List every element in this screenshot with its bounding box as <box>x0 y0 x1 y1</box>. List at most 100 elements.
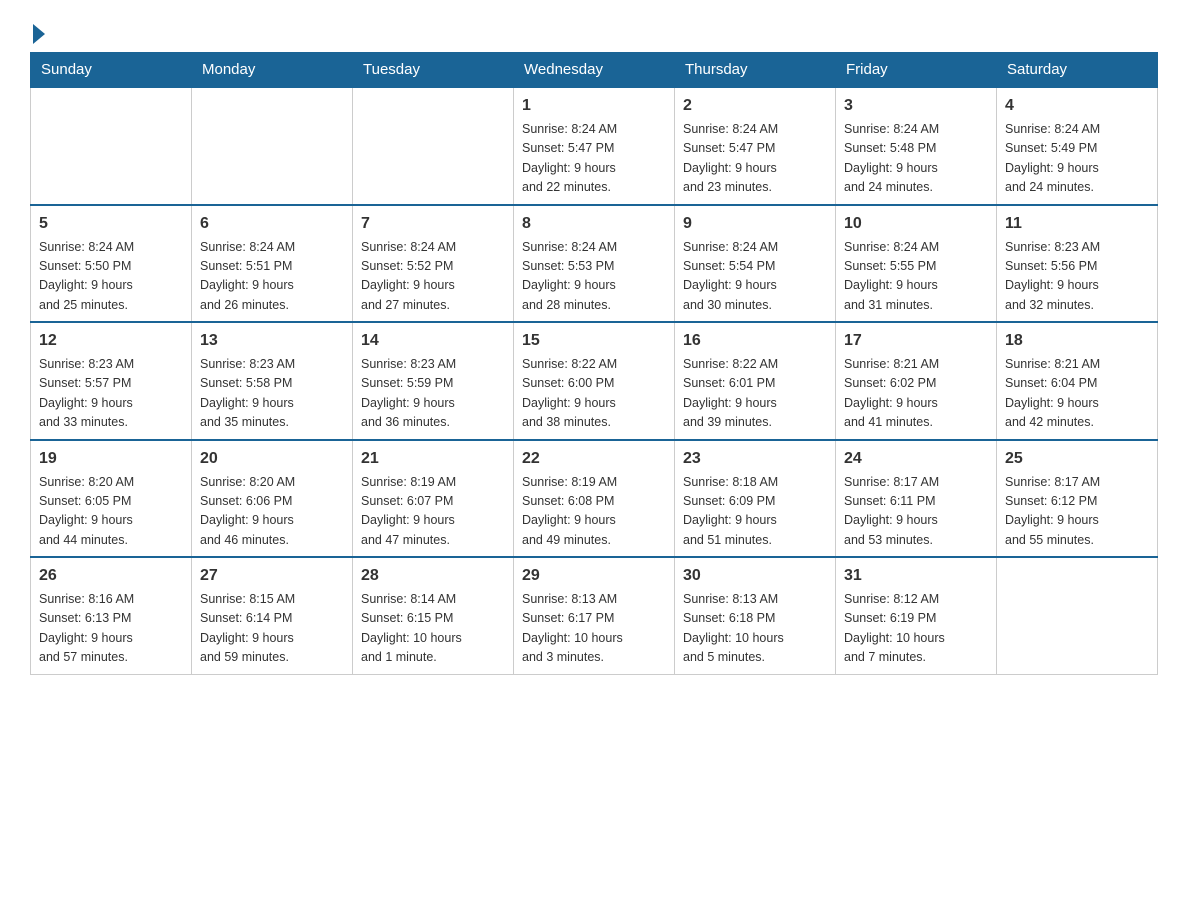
day-info: Sunrise: 8:23 AMSunset: 5:57 PMDaylight:… <box>39 355 183 433</box>
day-info: Sunrise: 8:21 AMSunset: 6:04 PMDaylight:… <box>1005 355 1149 433</box>
day-info: Sunrise: 8:24 AMSunset: 5:49 PMDaylight:… <box>1005 120 1149 198</box>
calendar-cell <box>353 87 514 205</box>
week-row-4: 19Sunrise: 8:20 AMSunset: 6:05 PMDayligh… <box>31 440 1158 558</box>
day-info: Sunrise: 8:24 AMSunset: 5:53 PMDaylight:… <box>522 238 666 316</box>
day-number: 11 <box>1005 212 1149 236</box>
calendar-cell: 4Sunrise: 8:24 AMSunset: 5:49 PMDaylight… <box>997 87 1158 205</box>
day-number: 13 <box>200 329 344 353</box>
day-number: 1 <box>522 94 666 118</box>
calendar-cell: 24Sunrise: 8:17 AMSunset: 6:11 PMDayligh… <box>836 440 997 558</box>
day-info: Sunrise: 8:19 AMSunset: 6:08 PMDaylight:… <box>522 473 666 551</box>
day-number: 19 <box>39 447 183 471</box>
weekday-header-friday: Friday <box>836 53 997 88</box>
day-number: 5 <box>39 212 183 236</box>
calendar-cell: 5Sunrise: 8:24 AMSunset: 5:50 PMDaylight… <box>31 205 192 323</box>
calendar-cell: 18Sunrise: 8:21 AMSunset: 6:04 PMDayligh… <box>997 322 1158 440</box>
day-number: 2 <box>683 94 827 118</box>
day-number: 6 <box>200 212 344 236</box>
calendar-cell: 31Sunrise: 8:12 AMSunset: 6:19 PMDayligh… <box>836 557 997 674</box>
calendar-cell: 25Sunrise: 8:17 AMSunset: 6:12 PMDayligh… <box>997 440 1158 558</box>
day-info: Sunrise: 8:22 AMSunset: 6:00 PMDaylight:… <box>522 355 666 433</box>
day-info: Sunrise: 8:24 AMSunset: 5:54 PMDaylight:… <box>683 238 827 316</box>
day-info: Sunrise: 8:21 AMSunset: 6:02 PMDaylight:… <box>844 355 988 433</box>
day-info: Sunrise: 8:14 AMSunset: 6:15 PMDaylight:… <box>361 590 505 668</box>
week-row-5: 26Sunrise: 8:16 AMSunset: 6:13 PMDayligh… <box>31 557 1158 674</box>
day-number: 23 <box>683 447 827 471</box>
day-number: 24 <box>844 447 988 471</box>
calendar-cell: 15Sunrise: 8:22 AMSunset: 6:00 PMDayligh… <box>514 322 675 440</box>
day-number: 16 <box>683 329 827 353</box>
day-info: Sunrise: 8:22 AMSunset: 6:01 PMDaylight:… <box>683 355 827 433</box>
week-row-1: 1Sunrise: 8:24 AMSunset: 5:47 PMDaylight… <box>31 87 1158 205</box>
weekday-header-wednesday: Wednesday <box>514 53 675 88</box>
day-number: 29 <box>522 564 666 588</box>
calendar-cell: 28Sunrise: 8:14 AMSunset: 6:15 PMDayligh… <box>353 557 514 674</box>
week-row-2: 5Sunrise: 8:24 AMSunset: 5:50 PMDaylight… <box>31 205 1158 323</box>
calendar-cell: 30Sunrise: 8:13 AMSunset: 6:18 PMDayligh… <box>675 557 836 674</box>
day-number: 25 <box>1005 447 1149 471</box>
calendar-cell: 6Sunrise: 8:24 AMSunset: 5:51 PMDaylight… <box>192 205 353 323</box>
day-number: 31 <box>844 564 988 588</box>
day-number: 7 <box>361 212 505 236</box>
calendar-cell: 29Sunrise: 8:13 AMSunset: 6:17 PMDayligh… <box>514 557 675 674</box>
day-number: 28 <box>361 564 505 588</box>
day-info: Sunrise: 8:18 AMSunset: 6:09 PMDaylight:… <box>683 473 827 551</box>
day-number: 26 <box>39 564 183 588</box>
day-info: Sunrise: 8:23 AMSunset: 5:59 PMDaylight:… <box>361 355 505 433</box>
weekday-header-sunday: Sunday <box>31 53 192 88</box>
day-info: Sunrise: 8:15 AMSunset: 6:14 PMDaylight:… <box>200 590 344 668</box>
calendar-cell: 11Sunrise: 8:23 AMSunset: 5:56 PMDayligh… <box>997 205 1158 323</box>
logo <box>30 20 45 42</box>
page-header <box>30 20 1158 42</box>
day-number: 30 <box>683 564 827 588</box>
day-info: Sunrise: 8:24 AMSunset: 5:48 PMDaylight:… <box>844 120 988 198</box>
calendar-cell: 14Sunrise: 8:23 AMSunset: 5:59 PMDayligh… <box>353 322 514 440</box>
day-number: 3 <box>844 94 988 118</box>
day-number: 4 <box>1005 94 1149 118</box>
day-info: Sunrise: 8:23 AMSunset: 5:58 PMDaylight:… <box>200 355 344 433</box>
day-info: Sunrise: 8:24 AMSunset: 5:55 PMDaylight:… <box>844 238 988 316</box>
calendar-cell: 2Sunrise: 8:24 AMSunset: 5:47 PMDaylight… <box>675 87 836 205</box>
day-info: Sunrise: 8:13 AMSunset: 6:17 PMDaylight:… <box>522 590 666 668</box>
calendar-cell <box>192 87 353 205</box>
day-number: 22 <box>522 447 666 471</box>
day-number: 18 <box>1005 329 1149 353</box>
calendar-cell: 26Sunrise: 8:16 AMSunset: 6:13 PMDayligh… <box>31 557 192 674</box>
calendar-cell: 27Sunrise: 8:15 AMSunset: 6:14 PMDayligh… <box>192 557 353 674</box>
day-number: 9 <box>683 212 827 236</box>
calendar-table: SundayMondayTuesdayWednesdayThursdayFrid… <box>30 52 1158 675</box>
day-number: 10 <box>844 212 988 236</box>
day-info: Sunrise: 8:12 AMSunset: 6:19 PMDaylight:… <box>844 590 988 668</box>
calendar-cell: 7Sunrise: 8:24 AMSunset: 5:52 PMDaylight… <box>353 205 514 323</box>
logo-arrow-icon <box>33 24 45 44</box>
weekday-header-saturday: Saturday <box>997 53 1158 88</box>
day-info: Sunrise: 8:24 AMSunset: 5:51 PMDaylight:… <box>200 238 344 316</box>
calendar-cell: 13Sunrise: 8:23 AMSunset: 5:58 PMDayligh… <box>192 322 353 440</box>
day-info: Sunrise: 8:17 AMSunset: 6:12 PMDaylight:… <box>1005 473 1149 551</box>
day-number: 20 <box>200 447 344 471</box>
day-number: 21 <box>361 447 505 471</box>
calendar-cell: 1Sunrise: 8:24 AMSunset: 5:47 PMDaylight… <box>514 87 675 205</box>
weekday-header-thursday: Thursday <box>675 53 836 88</box>
day-number: 17 <box>844 329 988 353</box>
calendar-cell: 17Sunrise: 8:21 AMSunset: 6:02 PMDayligh… <box>836 322 997 440</box>
calendar-cell: 9Sunrise: 8:24 AMSunset: 5:54 PMDaylight… <box>675 205 836 323</box>
weekday-header-monday: Monday <box>192 53 353 88</box>
day-number: 8 <box>522 212 666 236</box>
calendar-cell <box>997 557 1158 674</box>
weekday-header-row: SundayMondayTuesdayWednesdayThursdayFrid… <box>31 53 1158 88</box>
day-info: Sunrise: 8:19 AMSunset: 6:07 PMDaylight:… <box>361 473 505 551</box>
calendar-cell: 16Sunrise: 8:22 AMSunset: 6:01 PMDayligh… <box>675 322 836 440</box>
day-info: Sunrise: 8:23 AMSunset: 5:56 PMDaylight:… <box>1005 238 1149 316</box>
calendar-cell <box>31 87 192 205</box>
day-info: Sunrise: 8:20 AMSunset: 6:05 PMDaylight:… <box>39 473 183 551</box>
calendar-cell: 12Sunrise: 8:23 AMSunset: 5:57 PMDayligh… <box>31 322 192 440</box>
day-info: Sunrise: 8:24 AMSunset: 5:52 PMDaylight:… <box>361 238 505 316</box>
week-row-3: 12Sunrise: 8:23 AMSunset: 5:57 PMDayligh… <box>31 322 1158 440</box>
day-info: Sunrise: 8:24 AMSunset: 5:47 PMDaylight:… <box>522 120 666 198</box>
day-number: 12 <box>39 329 183 353</box>
calendar-cell: 20Sunrise: 8:20 AMSunset: 6:06 PMDayligh… <box>192 440 353 558</box>
day-info: Sunrise: 8:20 AMSunset: 6:06 PMDaylight:… <box>200 473 344 551</box>
day-info: Sunrise: 8:17 AMSunset: 6:11 PMDaylight:… <box>844 473 988 551</box>
calendar-cell: 22Sunrise: 8:19 AMSunset: 6:08 PMDayligh… <box>514 440 675 558</box>
